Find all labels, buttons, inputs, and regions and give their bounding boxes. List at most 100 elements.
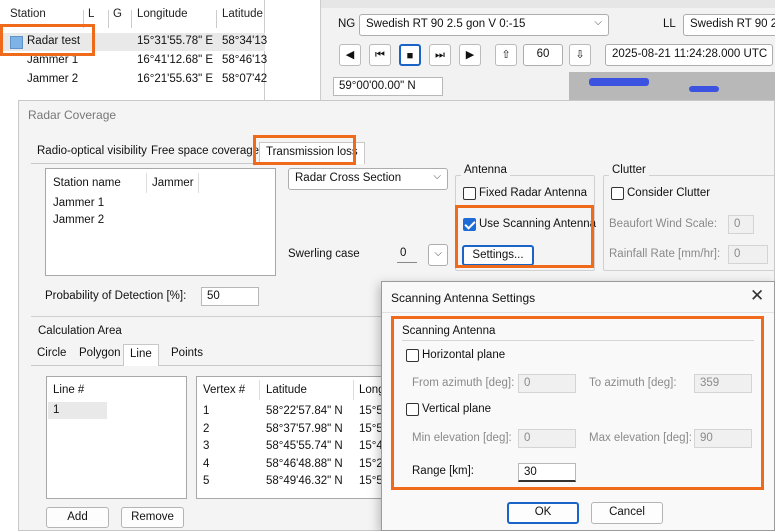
range-label: Range [km]: (412, 465, 474, 477)
antenna-title: Antenna (461, 164, 510, 176)
calc-area-tabs: Circle Polygon Line Points (31, 344, 391, 366)
play-back-icon[interactable]: ◀ (339, 44, 361, 66)
station-list: Station name Jammer Jammer 1 Jammer 2 (45, 168, 276, 276)
highlight-box (455, 205, 594, 268)
max-elevation-label: Max elevation [deg]: (589, 432, 692, 444)
vertical-plane-checkbox[interactable] (406, 403, 419, 416)
col-latitude[interactable]: Latitude (266, 384, 307, 396)
map-toolbar-area: NG Swedish RT 90 2.5 gon V 0:-15 ⌵ LL Swe… (320, 0, 775, 100)
vertex-latitude: 58°37'57.98" N (266, 423, 343, 435)
max-elevation-input[interactable]: 90 (694, 429, 752, 448)
col-g[interactable]: G (113, 8, 122, 28)
vertex-table: Vertex # Latitude Long 1 58°22'57.84" N … (196, 376, 386, 499)
min-elevation-label: Min elevation [deg]: (412, 432, 512, 444)
coordinate-readout: 59°00'00.00" N (333, 77, 443, 96)
fixed-antenna-checkbox[interactable] (463, 187, 476, 200)
tab-radio-optical[interactable]: Radio-optical visibility (31, 142, 153, 164)
beaufort-input[interactable]: 0 (728, 215, 754, 234)
highlight-box (0, 24, 95, 56)
col-vertex[interactable]: Vertex # (203, 384, 245, 396)
rcs-select[interactable]: Radar Cross Section ⌵ (288, 168, 448, 190)
step-up-icon[interactable]: ⇧ (495, 44, 517, 66)
tab-line[interactable]: Line (123, 344, 159, 366)
ok-button[interactable]: OK (507, 502, 579, 524)
tab-circle[interactable]: Circle (31, 344, 72, 366)
ll-label: LL (663, 18, 676, 30)
vertex-number: 3 (203, 440, 210, 452)
step-input[interactable]: 60 (523, 44, 563, 66)
rainfall-input[interactable]: 0 (728, 245, 768, 264)
to-azimuth-label: To azimuth [deg]: (589, 377, 677, 389)
col-station-name[interactable]: Station name (53, 177, 121, 189)
vertical-plane-label: Vertical plane (422, 403, 492, 415)
vertex-number: 5 (203, 475, 210, 487)
pod-label: Probability of Detection [%]: (45, 290, 187, 302)
vertex-number: 2 (203, 423, 210, 435)
horizontal-plane-checkbox[interactable] (406, 349, 419, 362)
ll-projection-select[interactable]: Swedish RT 90 2.5 (683, 14, 775, 36)
vertex-latitude: 58°49'46.32" N (266, 475, 343, 487)
skip-forward-icon[interactable]: ⏭ (429, 44, 451, 66)
vertex-longitude: 15°2 (359, 458, 383, 470)
station-longitude: 16°41'12.68" E (137, 54, 214, 66)
consider-clutter-label: Consider Clutter (627, 187, 711, 199)
station-name[interactable]: Jammer 2 (27, 73, 78, 85)
col-jammer[interactable]: Jammer (152, 177, 194, 189)
remove-button[interactable]: Remove (121, 507, 184, 528)
group-title: Scanning Antenna (402, 325, 496, 337)
station-latitude: 58°46'13 (222, 54, 268, 66)
consider-clutter-checkbox[interactable] (611, 187, 624, 200)
swerling-label: Swerling case (288, 248, 360, 260)
stop-icon[interactable]: ■ (399, 44, 421, 66)
list-item[interactable]: Jammer 2 (53, 214, 104, 226)
list-item[interactable]: 1 (53, 404, 59, 416)
vertex-number: 4 (203, 458, 210, 470)
station-longitude: 16°21'55.63" E (137, 73, 214, 85)
ng-projection-select[interactable]: Swedish RT 90 2.5 gon V 0:-15 ⌵ (359, 14, 609, 36)
from-azimuth-input[interactable]: 0 (518, 374, 576, 393)
chevron-down-icon: ⌵ (594, 17, 602, 28)
vertex-longitude: 15°4 (359, 440, 383, 452)
from-azimuth-label: From azimuth [deg]: (412, 377, 515, 389)
range-input[interactable]: 30 (518, 463, 576, 482)
add-button[interactable]: Add (46, 507, 109, 528)
station-latitude: 58°07'42 (222, 73, 268, 85)
rainfall-label: Rainfall Rate [mm/hr]: (609, 248, 721, 260)
vertex-latitude: 58°22'57.84" N (266, 405, 343, 417)
tab-polygon[interactable]: Polygon (73, 344, 127, 366)
tab-free-space[interactable]: Free space coverage (145, 142, 265, 164)
datetime-field[interactable]: 2025-08-21 11:24:28.000 UTC (605, 44, 773, 66)
to-azimuth-input[interactable]: 359 (694, 374, 752, 393)
dialog-title: Radar Coverage (28, 108, 117, 122)
pod-input[interactable]: 50 (201, 287, 259, 306)
col-longitude[interactable]: Longitude (137, 8, 188, 28)
cancel-button[interactable]: Cancel (591, 502, 663, 524)
close-icon[interactable]: ✕ (750, 286, 764, 306)
col-line-number[interactable]: Line # (53, 384, 84, 396)
station-latitude: 58°34'13 (222, 35, 268, 47)
vertex-latitude: 58°45'55.74" N (266, 440, 343, 452)
min-elevation-input[interactable]: 0 (518, 429, 576, 448)
dialog-title: Scanning Antenna Settings (391, 291, 536, 305)
calc-area-title: Calculation Area (35, 325, 125, 337)
list-item[interactable]: Jammer 1 (53, 197, 104, 209)
vertex-longitude: 15°5 (359, 405, 383, 417)
vertex-longitude: 15°5 (359, 475, 383, 487)
scanning-antenna-dialog: Scanning Antenna Settings ✕ Scanning Ant… (381, 281, 775, 531)
clutter-title: Clutter (609, 164, 649, 176)
step-down-icon[interactable]: ⇩ (569, 44, 591, 66)
tab-points[interactable]: Points (165, 344, 209, 366)
play-forward-icon[interactable]: ▶ (459, 44, 481, 66)
vertex-longitude: 15°5 (359, 423, 383, 435)
beaufort-label: Beaufort Wind Scale: (609, 218, 718, 230)
station-longitude: 15°31'55.78" E (137, 35, 214, 47)
fixed-antenna-label: Fixed Radar Antenna (479, 187, 588, 199)
ng-label: NG (338, 18, 356, 30)
skip-back-icon[interactable]: ⏮ (369, 44, 391, 66)
vertex-latitude: 58°46'48.88" N (266, 458, 343, 470)
map-canvas[interactable] (569, 72, 775, 100)
horizontal-plane-label: Horizontal plane (422, 349, 506, 361)
col-latitude[interactable]: Latitude (222, 8, 263, 28)
chevron-down-icon: ⌵ (433, 171, 441, 182)
swerling-dropdown[interactable]: ⌵ (428, 244, 448, 266)
